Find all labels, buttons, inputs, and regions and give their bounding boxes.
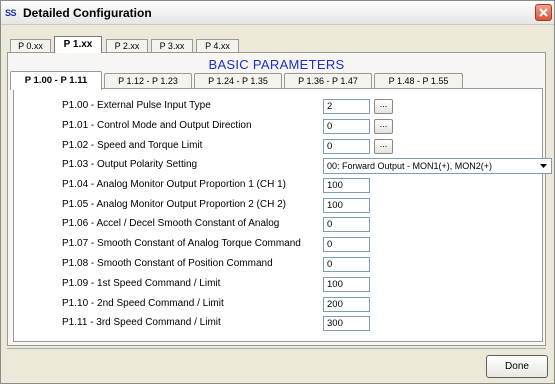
parameter-form: P1.00 - External Pulse Input Type 2 ... …	[13, 88, 552, 342]
param-label: P1.05 - Analog Monitor Output Proportion…	[62, 199, 287, 210]
section-heading: BASIC PARAMETERS	[208, 57, 345, 72]
param-value-field[interactable]: 0	[323, 217, 370, 232]
subtab-label: P 1.12 - P 1.23	[118, 76, 178, 86]
tab-label: P 4.xx	[205, 41, 230, 51]
subtab-label: P 1.36 - P 1.47	[298, 76, 358, 86]
tab-p1[interactable]: P 1.xx	[54, 36, 102, 53]
subtab-p1-12[interactable]: P 1.12 - P 1.23	[104, 73, 192, 89]
subtab-p1-24[interactable]: P 1.24 - P 1.35	[194, 73, 282, 89]
param-label: P1.07 - Smooth Constant of Analog Torque…	[62, 238, 301, 249]
dropdown-button[interactable]	[536, 159, 551, 173]
param-value-field[interactable]: 0	[323, 139, 370, 154]
tab-p4[interactable]: P 4.xx	[196, 39, 239, 52]
tab-p0[interactable]: P 0.xx	[10, 39, 51, 52]
close-icon	[539, 8, 548, 17]
browse-button[interactable]: ...	[374, 119, 393, 134]
param-label: P1.03 - Output Polarity Setting	[62, 159, 198, 170]
param-label: P1.06 - Accel / Decel Smooth Constant of…	[62, 218, 280, 229]
param-label: P1.11 - 3rd Speed Command / Limit	[62, 317, 221, 328]
param-value-field[interactable]: 0	[323, 257, 370, 272]
param-label: P1.04 - Analog Monitor Output Proportion…	[62, 179, 287, 190]
param-value-field[interactable]: 100	[323, 178, 370, 193]
subtab-p1-48[interactable]: P 1.48 - P 1.55	[374, 73, 463, 89]
config-window: SS Detailed Configuration P 0.xx P 1.xx …	[0, 0, 555, 384]
subtab-label: P 1.24 - P 1.35	[208, 76, 268, 86]
subtab-label: P 1.48 - P 1.55	[388, 76, 449, 86]
param-value-field[interactable]: 0	[323, 119, 370, 134]
subtab-p1-36[interactable]: P 1.36 - P 1.47	[284, 73, 372, 89]
param-label: P1.08 - Smooth Constant of Position Comm…	[62, 258, 273, 269]
param-value-field[interactable]: 2	[323, 99, 370, 114]
browse-button[interactable]: ...	[374, 99, 393, 114]
param-label: P1.10 - 2nd Speed Command / Limit	[62, 298, 224, 309]
subtab-p1-00[interactable]: P 1.00 - P 1.11	[10, 71, 102, 90]
tab-p2[interactable]: P 2.xx	[106, 39, 148, 52]
param-label: P1.09 - 1st Speed Command / Limit	[62, 278, 221, 289]
title-bar: SS Detailed Configuration	[1, 1, 554, 25]
tab-label: P 0.xx	[18, 41, 43, 51]
param-value-field[interactable]: 0	[323, 237, 370, 252]
footer-divider	[7, 348, 546, 349]
tab-p3[interactable]: P 3.xx	[151, 39, 193, 52]
chevron-down-icon	[540, 164, 547, 168]
tab-label: P 1.xx	[63, 39, 93, 50]
param-value-field[interactable]: 100	[323, 198, 370, 213]
tab-label: P 2.xx	[114, 41, 140, 51]
polarity-select[interactable]: 00: Forward Output - MON1(+), MON2(+)	[323, 158, 552, 174]
window-title: Detailed Configuration	[23, 6, 152, 20]
app-logo-icon: SS	[5, 8, 17, 18]
done-button[interactable]: Done	[486, 355, 548, 378]
param-label: P1.02 - Speed and Torque Limit	[62, 140, 203, 151]
select-value: 00: Forward Output - MON1(+), MON2(+)	[327, 161, 493, 171]
param-value-field[interactable]: 200	[323, 297, 370, 312]
param-label: P1.01 - Control Mode and Output Directio…	[62, 120, 252, 131]
browse-button[interactable]: ...	[374, 139, 393, 154]
param-label: P1.00 - External Pulse Input Type	[62, 100, 211, 111]
subtab-label: P 1.00 - P 1.11	[24, 75, 88, 86]
param-value-field[interactable]: 100	[323, 277, 370, 292]
close-button[interactable]	[535, 4, 552, 21]
param-value-field[interactable]: 300	[323, 316, 370, 331]
tab-label: P 3.xx	[159, 41, 185, 51]
